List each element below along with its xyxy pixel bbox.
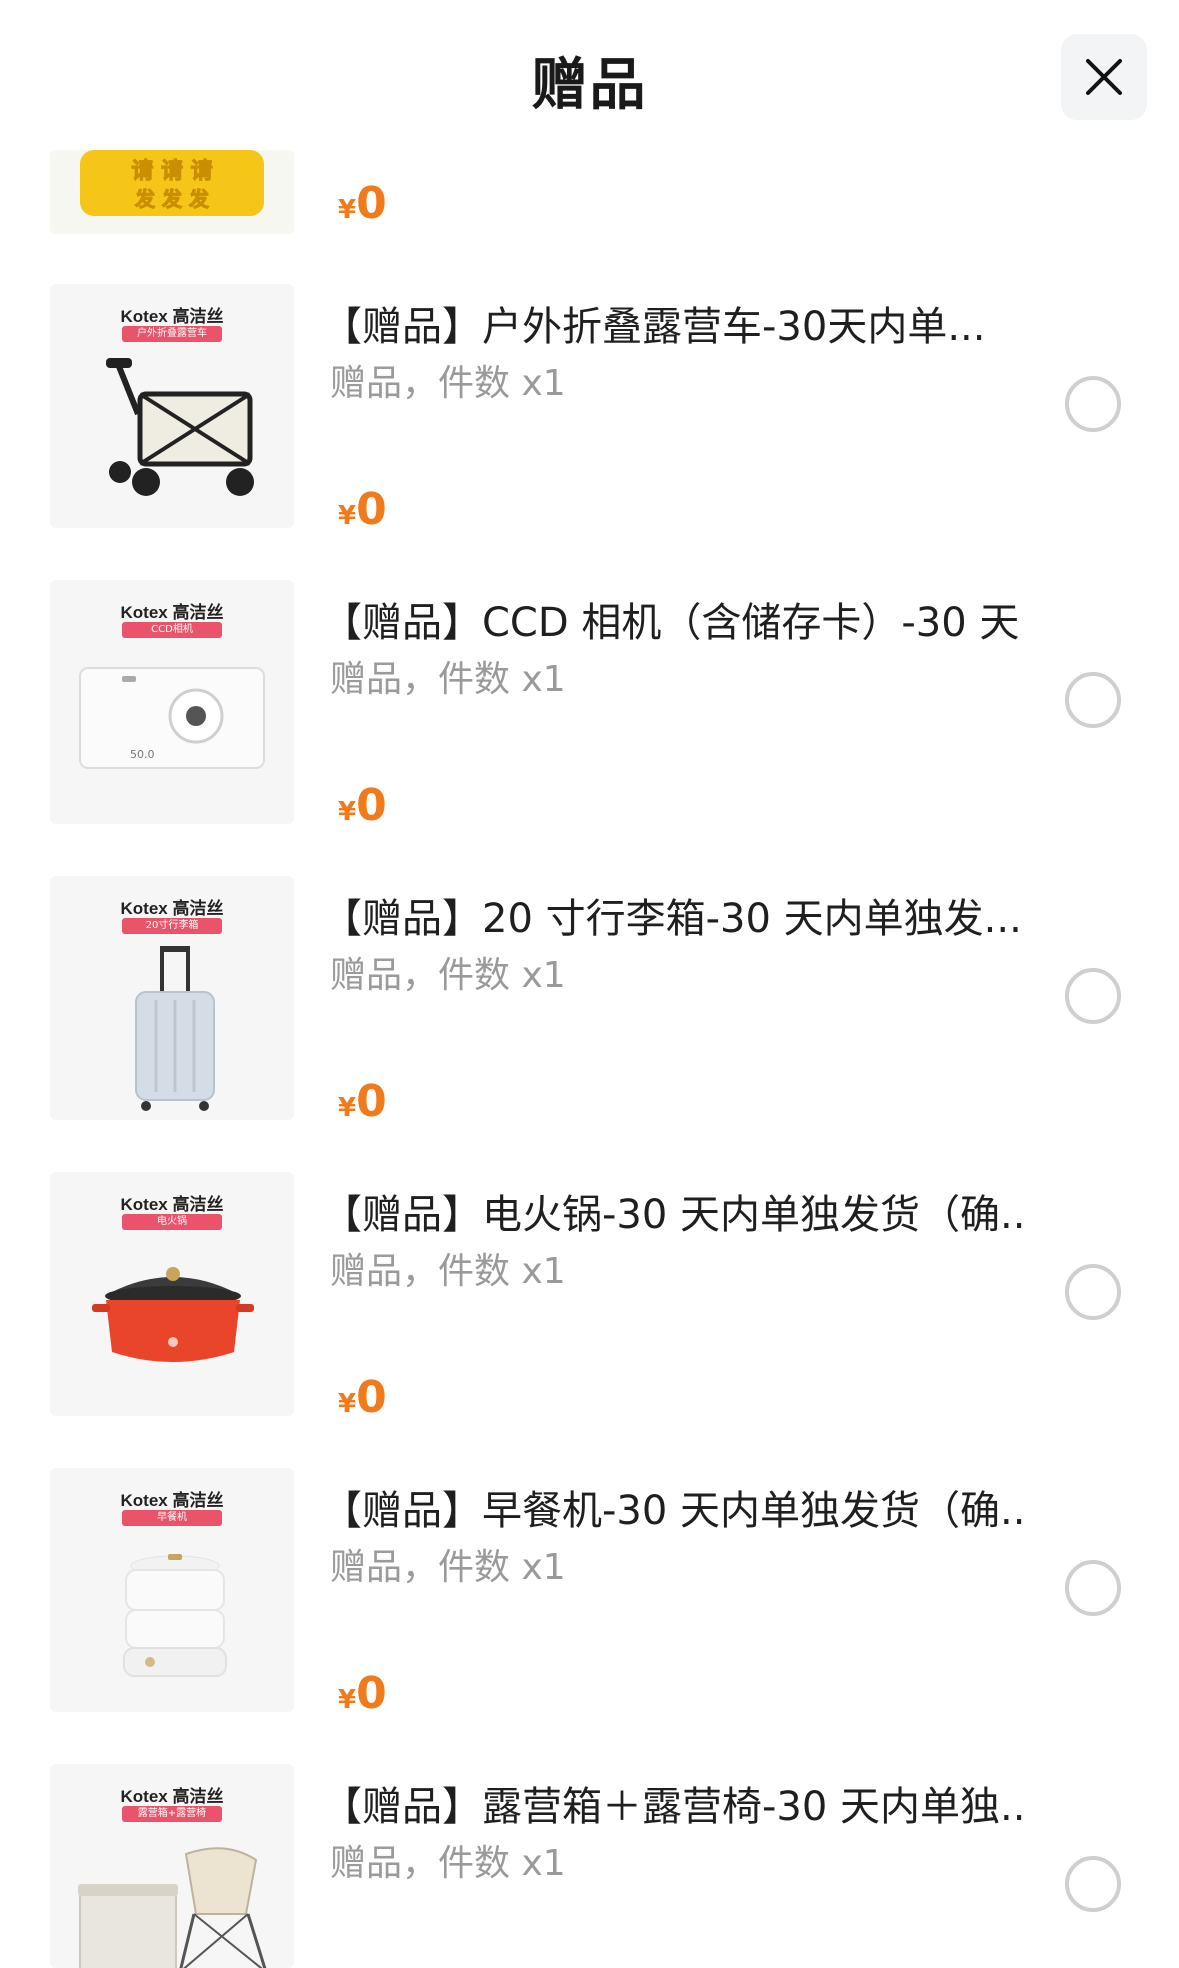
list-item[interactable]: Kotex 高洁丝 电火锅 【赠品】电火锅-30 天内单独发货（确... 赠品，…: [0, 1172, 1179, 1468]
suitcase-icon: [135, 946, 215, 1111]
list-item[interactable]: Kotex 高洁丝 户外折叠露营车 【赠品】户外折叠露营车-30天内单... 赠…: [0, 284, 1179, 580]
product-subtitle: 赠品，件数 x1: [330, 1547, 566, 1588]
brand-logo: Kotex 高洁丝: [120, 899, 224, 918]
product-subtitle: 赠品，件数 x1: [330, 955, 566, 996]
product-name: 【赠品】CCD 相机（含储存卡）-30 天...: [322, 600, 1022, 646]
product-price: ¥0: [338, 780, 387, 831]
product-name: 【赠品】户外折叠露营车-30天内单...: [322, 304, 986, 350]
product-price: ¥0: [338, 1372, 387, 1423]
brand-logo: Kotex 高洁丝: [120, 307, 224, 326]
select-radio[interactable]: [1065, 376, 1121, 432]
product-tag: 20寸行李箱: [122, 918, 222, 934]
svg-text:发 发 发: 发 发 发: [134, 187, 210, 211]
product-subtitle: 赠品，件数 x1: [330, 1251, 566, 1292]
camping-cart-icon: [106, 358, 254, 496]
product-name: 【赠品】20 寸行李箱-30 天内单独发...: [322, 896, 1022, 942]
camera-icon: 50.0: [79, 667, 265, 769]
brand-logo: Kotex 高洁丝: [120, 1491, 224, 1510]
product-thumbnail: Kotex 高洁丝 露营箱+露营椅: [50, 1764, 294, 1968]
product-thumbnail: Kotex 高洁丝 电火锅: [50, 1172, 294, 1416]
close-icon: [1086, 59, 1122, 95]
product-thumbnail: Kotex 高洁丝 CCD相机 50.0: [50, 580, 294, 824]
brand-logo: Kotex 高洁丝: [120, 1195, 224, 1214]
brand-logo: Kotex 高洁丝: [120, 603, 224, 622]
product-name: 【赠品】电火锅-30 天内单独发货（确...: [322, 1192, 1022, 1238]
list-item[interactable]: 请 请 请 发 发 发 ¥0: [0, 150, 1179, 234]
product-thumbnail: 请 请 请 发 发 发: [50, 150, 294, 234]
svg-text:50.0: 50.0: [130, 748, 155, 761]
select-radio[interactable]: [1065, 672, 1121, 728]
product-tag: 露营箱+露营椅: [122, 1806, 222, 1822]
page-title: 赠品: [531, 53, 648, 118]
select-radio[interactable]: [1065, 1560, 1121, 1616]
product-thumbnail: Kotex 高洁丝 20寸行李箱: [50, 876, 294, 1120]
modal-header: 赠品: [0, 0, 1179, 150]
product-name: 【赠品】露营箱＋露营椅-30 天内单独...: [322, 1784, 1022, 1830]
product-tag: 户外折叠露营车: [122, 326, 222, 342]
breakfast-machine-icon: [123, 1554, 227, 1677]
hotpot-icon: [92, 1267, 254, 1362]
product-price: ¥0: [338, 1668, 387, 1719]
product-tag: CCD相机: [122, 622, 222, 638]
brand-logo: Kotex 高洁丝: [120, 1787, 224, 1806]
list-item[interactable]: Kotex 高洁丝 20寸行李箱 【赠品】20 寸行李箱-30 天内单独发...…: [0, 876, 1179, 1172]
select-radio[interactable]: [1065, 1264, 1121, 1320]
product-name: 【赠品】早餐机-30 天内单独发货（确...: [322, 1488, 1022, 1534]
product-thumbnail: Kotex 高洁丝 早餐机: [50, 1468, 294, 1712]
product-tag: 电火锅: [122, 1214, 222, 1230]
product-price: ¥0: [338, 484, 387, 535]
list-item[interactable]: Kotex 高洁丝 早餐机 【赠品】早餐机-30 天内单独发货（确... 赠品，…: [0, 1468, 1179, 1764]
gift-list: 请 请 请 发 发 发 ¥0 Kotex 高洁丝 户外折叠露营车 【赠品】户外折…: [0, 0, 1179, 1968]
sticker-image-icon: 请 请 请 发 发 发: [80, 150, 264, 216]
list-item[interactable]: Kotex 高洁丝 CCD相机 50.0 【赠品】CCD 相机（含储存卡）-30…: [0, 580, 1179, 876]
product-thumbnail: Kotex 高洁丝 户外折叠露营车: [50, 284, 294, 528]
product-subtitle: 赠品，件数 x1: [330, 1843, 566, 1884]
product-subtitle: 赠品，件数 x1: [330, 363, 566, 404]
product-price: ¥0: [338, 178, 387, 229]
product-price: ¥0: [338, 1076, 387, 1127]
list-item[interactable]: Kotex 高洁丝 露营箱+露营椅 【赠品】露营箱＋露营椅-30 天内单独...…: [0, 1764, 1179, 1968]
close-button[interactable]: [1061, 34, 1147, 120]
svg-text:请 请 请: 请 请 请: [131, 158, 212, 184]
select-radio[interactable]: [1065, 1856, 1121, 1912]
select-radio[interactable]: [1065, 968, 1121, 1024]
product-subtitle: 赠品，件数 x1: [330, 659, 566, 700]
camping-box-chair-icon: [78, 1847, 267, 1968]
product-tag: 早餐机: [122, 1510, 222, 1526]
